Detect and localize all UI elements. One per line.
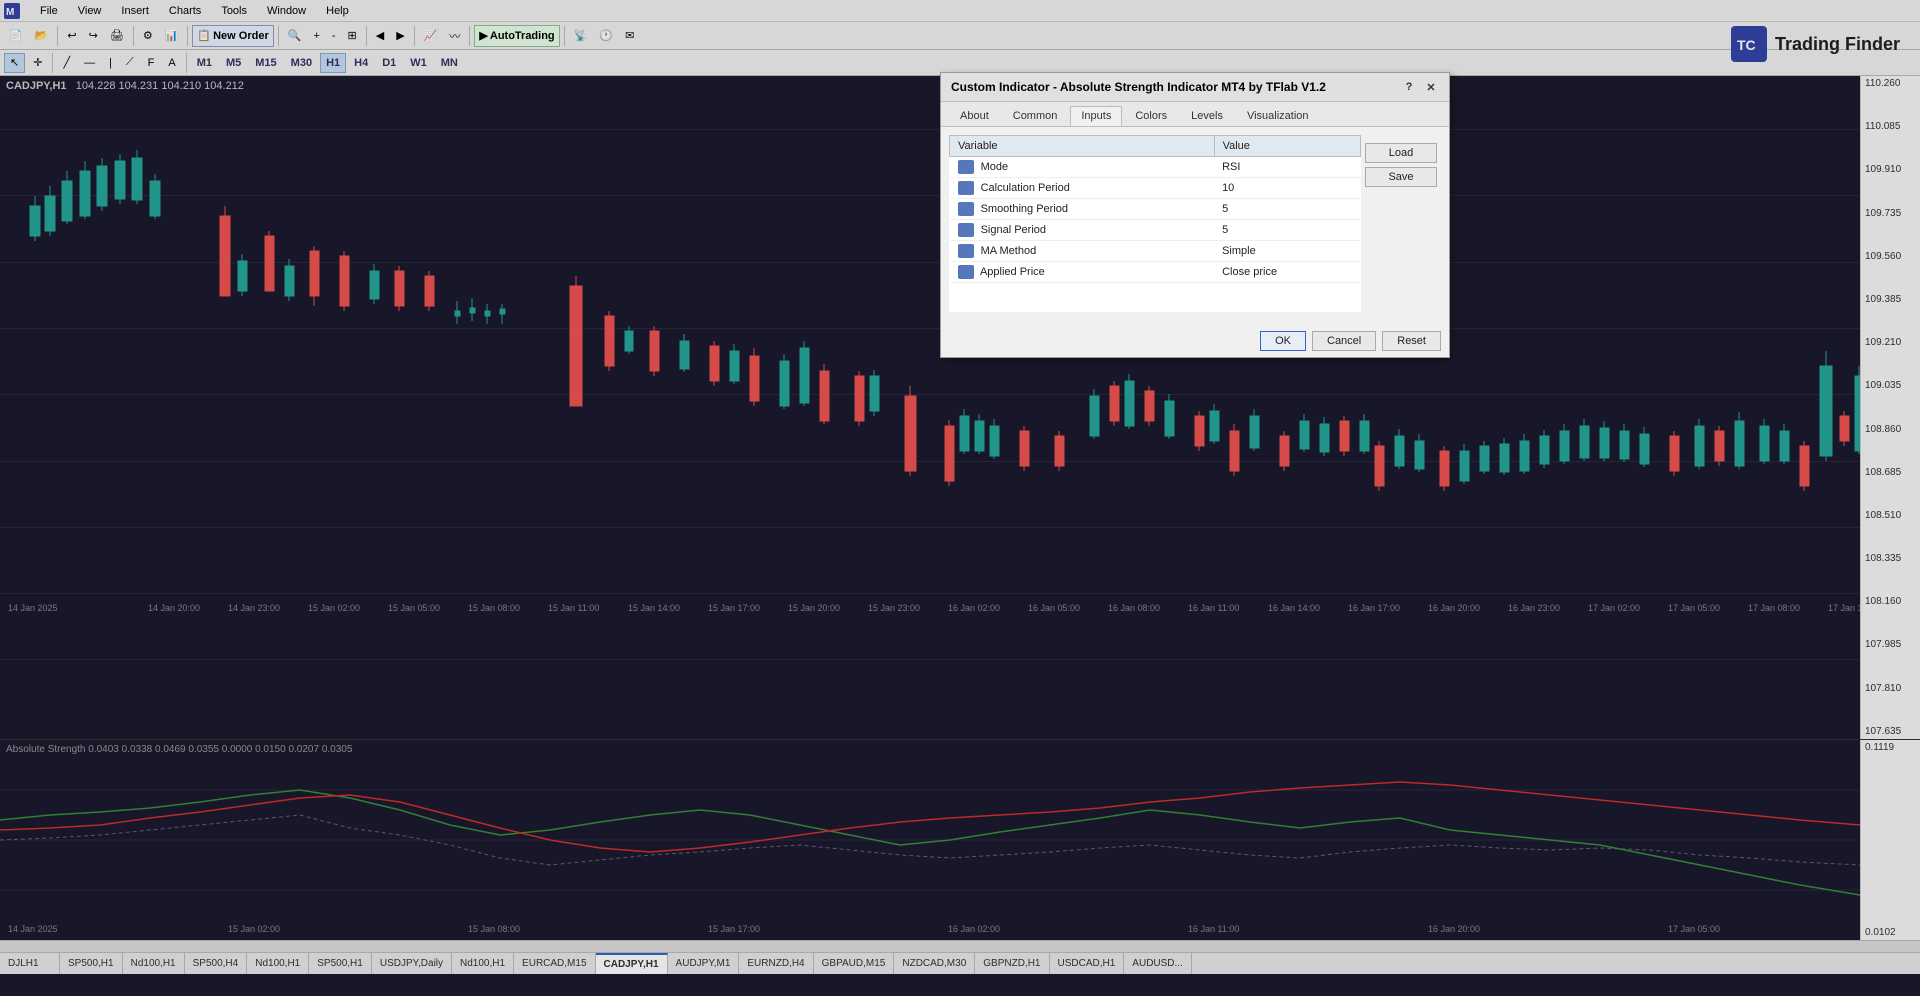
var-signal-period: Signal Period [981,224,1046,236]
modal-content: Variable Value Mode RSI [941,127,1449,325]
row-variable: MA Method [950,241,1215,262]
var-smooth-period: Smoothing Period [981,203,1068,215]
modal-overlay: Custom Indicator - Absolute Strength Ind… [0,0,1920,996]
row-icon [958,265,974,279]
table-row[interactable]: Mode RSI [950,157,1361,178]
row-variable: Applied Price [950,262,1215,283]
modal-inner: Variable Value Mode RSI [949,135,1441,317]
reset-button[interactable]: Reset [1382,331,1441,351]
val-mode: RSI [1214,157,1360,178]
save-button[interactable]: Save [1365,167,1437,187]
modal-tab-visualization[interactable]: Visualization [1236,106,1320,126]
var-mode: Mode [981,161,1009,173]
row-icon [958,244,974,258]
row-variable: Mode [950,157,1215,178]
modal-title-bar: Custom Indicator - Absolute Strength Ind… [941,73,1449,102]
col-variable: Variable [950,136,1215,157]
params-table: Variable Value Mode RSI [949,135,1361,313]
row-variable: Calculation Period [950,178,1215,199]
modal-table-area: Variable Value Mode RSI [949,135,1361,317]
modal-title: Custom Indicator - Absolute Strength Ind… [951,80,1326,94]
load-button[interactable]: Load [1365,143,1437,163]
var-applied-price: Applied Price [980,266,1045,278]
row-icon [958,160,974,174]
modal-title-icons: ? ✕ [1401,79,1439,95]
val-ma-method: Simple [1214,241,1360,262]
modal-close-btn[interactable]: ✕ [1423,79,1439,95]
row-variable: Smoothing Period [950,199,1215,220]
val-calc-period: 10 [1214,178,1360,199]
modal-dialog: Custom Indicator - Absolute Strength Ind… [940,72,1450,358]
table-row[interactable]: MA Method Simple [950,241,1361,262]
table-row[interactable]: Smoothing Period 5 [950,199,1361,220]
val-smooth-period: 5 [1214,199,1360,220]
modal-right-actions: Load Save [1361,135,1441,317]
modal-tab-about[interactable]: About [949,106,1000,126]
var-calc-period: Calculation Period [981,182,1070,194]
modal-tabs: About Common Inputs Colors Levels Visual… [941,102,1449,127]
modal-tab-inputs[interactable]: Inputs [1070,106,1122,126]
modal-tab-common[interactable]: Common [1002,106,1069,126]
modal-tab-colors[interactable]: Colors [1124,106,1178,126]
cancel-button[interactable]: Cancel [1312,331,1376,351]
row-icon [958,202,974,216]
var-ma-method: MA Method [981,245,1037,257]
modal-actions: OK Cancel Reset [941,325,1449,357]
row-icon [958,223,974,237]
ok-button[interactable]: OK [1260,331,1306,351]
table-row-empty [950,283,1361,313]
row-icon [958,181,974,195]
table-row[interactable]: Applied Price Close price [950,262,1361,283]
val-applied-price: Close price [1214,262,1360,283]
row-variable: Signal Period [950,220,1215,241]
table-row[interactable]: Calculation Period 10 [950,178,1361,199]
modal-tab-levels[interactable]: Levels [1180,106,1234,126]
modal-help-btn[interactable]: ? [1401,79,1417,95]
val-signal-period: 5 [1214,220,1360,241]
col-value: Value [1214,136,1360,157]
table-row[interactable]: Signal Period 5 [950,220,1361,241]
